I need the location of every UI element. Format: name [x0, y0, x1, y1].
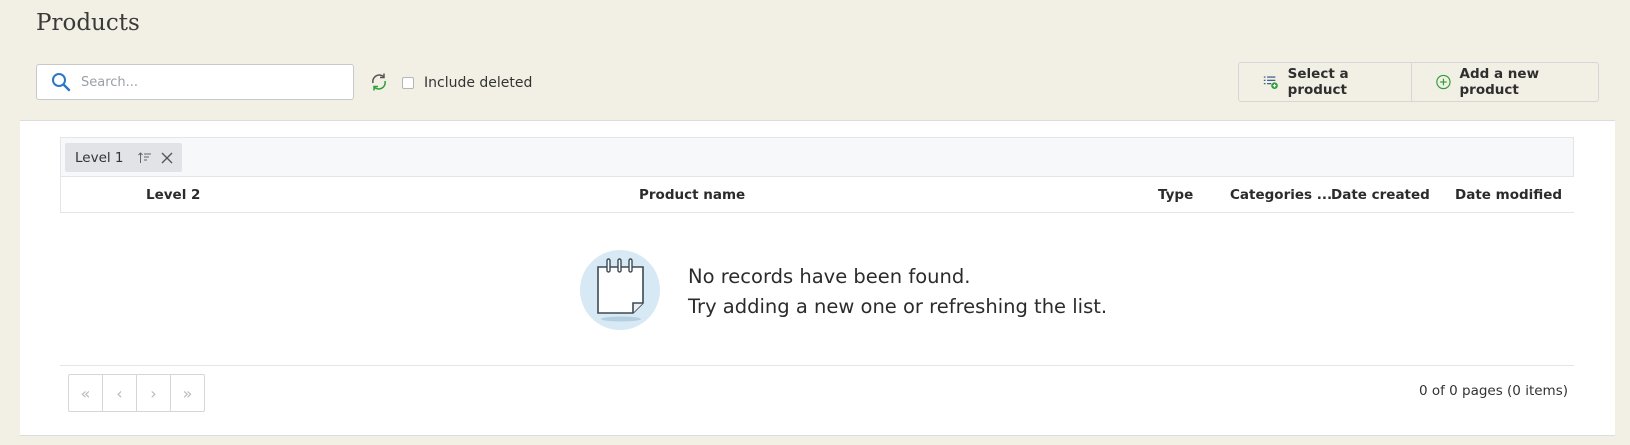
- search-icon: [52, 73, 71, 92]
- pager-nav: « ‹ › »: [68, 374, 205, 412]
- column-header-level-2[interactable]: Level 2: [146, 187, 200, 203]
- next-page-button[interactable]: ›: [136, 375, 170, 411]
- pager-divider: [60, 365, 1574, 366]
- column-header-type[interactable]: Type: [1158, 187, 1193, 203]
- group-chip-label: Level 1: [75, 149, 124, 166]
- include-deleted-label: Include deleted: [424, 75, 533, 91]
- search-input[interactable]: [79, 73, 353, 91]
- refresh-icon[interactable]: [369, 72, 389, 92]
- page-title: Products: [36, 10, 140, 36]
- select-product-label: Select a product: [1287, 66, 1349, 98]
- last-page-button[interactable]: »: [170, 375, 204, 411]
- empty-state-line-1: No records have been found.: [688, 265, 971, 288]
- include-deleted-toggle[interactable]: Include deleted: [402, 75, 532, 91]
- group-panel: Level 1: [60, 137, 1574, 177]
- column-header-categories[interactable]: Categories ...: [1230, 187, 1332, 203]
- search-box[interactable]: [36, 64, 354, 100]
- group-chip-level-1[interactable]: Level 1: [65, 143, 182, 172]
- plus-circle-icon: [1435, 74, 1451, 90]
- add-product-button[interactable]: Add a new product: [1410, 63, 1598, 101]
- select-product-button[interactable]: Select a product: [1239, 63, 1411, 101]
- empty-state-message: No records have been found. Try adding a…: [688, 262, 1107, 322]
- prev-page-button[interactable]: ‹: [102, 375, 136, 411]
- sort-ascending-icon[interactable]: [137, 151, 152, 164]
- empty-notepad-icon: [580, 250, 660, 330]
- add-product-label: Add a new product: [1459, 66, 1540, 98]
- column-header-date-created[interactable]: Date created: [1331, 187, 1430, 203]
- column-header-date-modified[interactable]: Date modified: [1455, 187, 1562, 203]
- empty-state-line-2: Try adding a new one or refreshing the l…: [688, 295, 1108, 318]
- grid-header-row: Level 2 Product name Type Categories ...…: [60, 177, 1574, 213]
- action-button-group: Select a product Add a new product: [1238, 62, 1599, 102]
- include-deleted-checkbox[interactable]: [402, 77, 414, 89]
- close-icon[interactable]: [161, 152, 173, 164]
- first-page-button[interactable]: «: [69, 375, 102, 411]
- products-grid: Level 1 Level 2 Product name Type Catego…: [20, 120, 1615, 436]
- list-add-icon: [1263, 76, 1278, 90]
- pager-info: 0 of 0 pages (0 items): [1418, 383, 1568, 399]
- column-header-product-name[interactable]: Product name: [639, 187, 745, 203]
